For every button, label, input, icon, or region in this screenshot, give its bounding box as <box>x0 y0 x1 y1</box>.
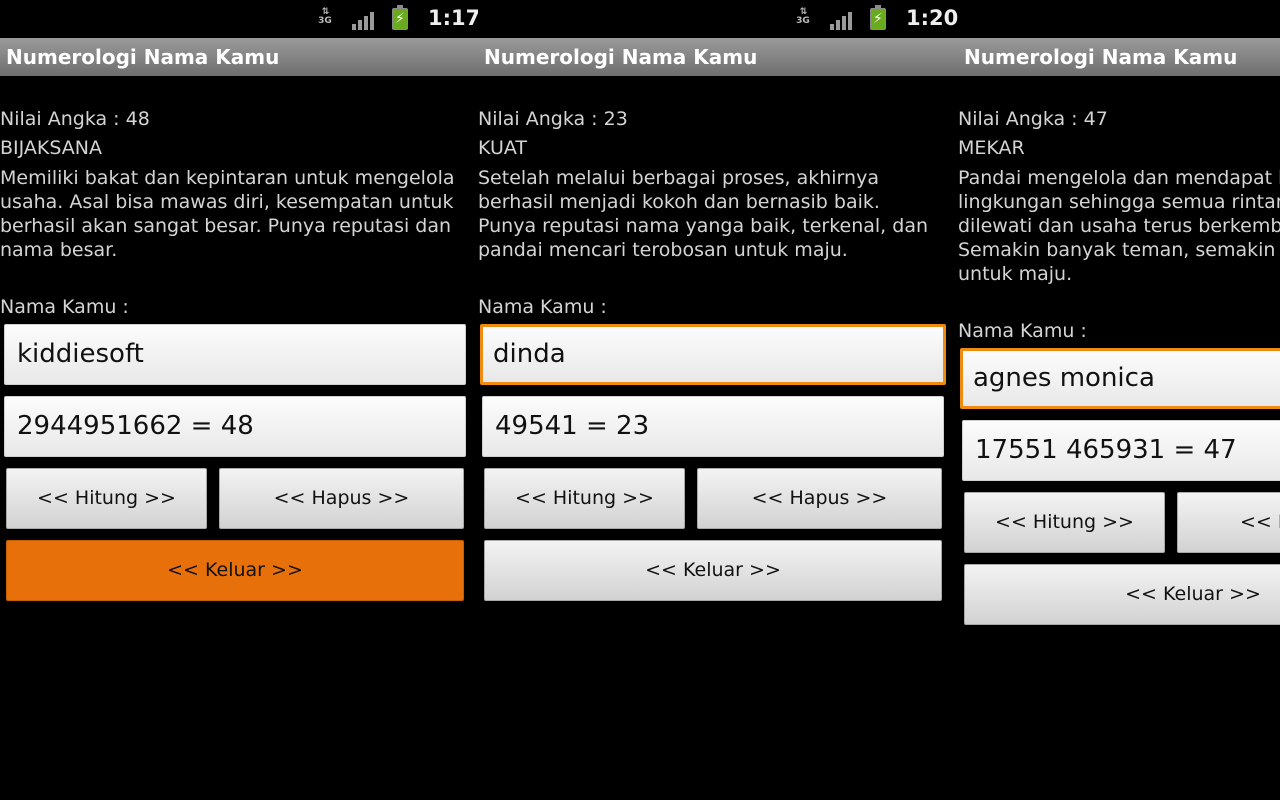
hasil-field[interactable]: 17551 465931 = 47 <box>962 420 1280 481</box>
status-bar: ⇅ 3G ⚡ 1:17 <box>0 0 478 38</box>
screen-2: ⇅ 3G ⚡ 1:20 Numerologi Nama Kamu Nilai An… <box>478 0 958 800</box>
kategori-text: KUAT <box>478 137 527 159</box>
hitung-button[interactable]: << Hitung >> <box>964 492 1165 553</box>
keluar-button[interactable]: << Keluar >> <box>6 540 464 601</box>
hitung-button[interactable]: << Hitung >> <box>6 468 207 529</box>
keluar-button[interactable]: << Keluar >> <box>484 540 942 601</box>
status-time: 1:17 <box>428 6 478 30</box>
app-title: Numerologi Nama Kamu <box>0 38 478 76</box>
keluar-button[interactable]: << Keluar >> <box>964 564 1280 625</box>
network-3g-icon: ⇅ 3G <box>796 7 810 26</box>
status-bar: ⇅ 3G ⚡ 1:20 <box>478 0 958 38</box>
app-title: Numerologi Nama Kamu <box>478 38 958 76</box>
battery-charging-icon: ⚡ <box>870 5 886 30</box>
hapus-button[interactable]: << Hapus >> <box>219 468 464 529</box>
hasil-field[interactable]: 49541 = 23 <box>482 396 944 457</box>
signal-strength-icon <box>830 10 854 30</box>
hitung-button[interactable]: << Hitung >> <box>484 468 685 529</box>
app-title: Numerologi Nama Kamu <box>958 38 1280 76</box>
deskripsi-text: Memiliki bakat dan kepintaran untuk meng… <box>0 167 455 261</box>
signal-strength-icon <box>352 10 376 30</box>
deskripsi-text: Setelah melalui berbagai proses, akhirny… <box>478 167 928 261</box>
network-3g-icon: ⇅ 3G <box>318 7 332 26</box>
battery-charging-icon: ⚡ <box>392 5 408 30</box>
nama-label: Nama Kamu : <box>478 296 607 318</box>
status-bar: ⇅ <box>958 0 1280 38</box>
nilai-angka-text: Nilai Angka : 23 <box>478 108 628 130</box>
hapus-button[interactable]: << Hapus >> <box>697 468 942 529</box>
nama-input[interactable]: kiddiesoft <box>4 324 466 385</box>
nilai-angka-text: Nilai Angka : 48 <box>0 108 150 130</box>
network-3g-icon: ⇅ <box>1276 8 1280 30</box>
nama-label: Nama Kamu : <box>0 296 129 318</box>
screen-3: ⇅ Numerologi Nama Kamu Nilai Angka : 47 … <box>958 0 1280 800</box>
kategori-text: BIJAKSANA <box>0 137 102 159</box>
hapus-button[interactable]: << H <box>1177 492 1280 553</box>
nama-input[interactable]: agnes monica <box>960 348 1280 409</box>
hasil-field[interactable]: 2944951662 = 48 <box>4 396 466 457</box>
screen-1: ⇅ 3G ⚡ 1:17 Numerologi Nama Kamu Nilai An… <box>0 0 478 800</box>
nama-label: Nama Kamu : <box>958 320 1087 342</box>
deskripsi-text: Pandai mengelola dan mendapat b lingkung… <box>958 167 1280 285</box>
kategori-text: MEKAR <box>958 137 1025 159</box>
status-time: 1:20 <box>906 6 958 30</box>
nilai-angka-text: Nilai Angka : 47 <box>958 108 1108 130</box>
nama-input[interactable]: dinda <box>480 324 946 385</box>
